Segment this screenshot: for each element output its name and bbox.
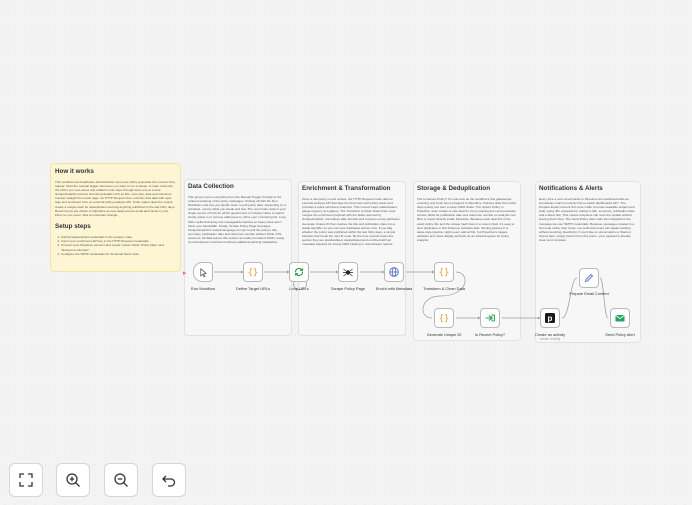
transform-clean-data-node[interactable]: {} <box>434 262 454 282</box>
loop-arrows-icon <box>294 268 304 276</box>
pipedrive-icon: p <box>545 313 555 323</box>
cursor-click-icon <box>199 267 207 277</box>
zoom-in-button[interactable] <box>56 463 90 497</box>
undo-icon <box>162 475 176 487</box>
send-policy-alert-label: Send Policy Alert <box>605 332 635 337</box>
pencil-icon <box>584 273 594 283</box>
fit-view-icon <box>19 473 33 487</box>
reset-zoom-button[interactable] <box>152 463 186 497</box>
connection-line <box>561 277 578 319</box>
connections-layer <box>214 270 609 320</box>
send-policy-alert-node[interactable] <box>610 308 630 328</box>
mail-icon <box>615 315 625 322</box>
define-target-urls-node[interactable]: {} <box>243 262 263 282</box>
svg-text:p: p <box>548 314 553 323</box>
zoom-out-icon <box>114 473 128 487</box>
zoom-in-icon <box>66 473 80 487</box>
fit-view-button[interactable] <box>9 463 43 497</box>
code-braces-icon: {} <box>248 268 259 278</box>
run-workflow-node[interactable] <box>193 262 213 282</box>
globe-icon <box>389 267 399 277</box>
svg-text:{}: {} <box>248 268 259 278</box>
code-braces-icon: {} <box>439 268 450 278</box>
transform-clean-data-label: Transform & Clean Data <box>423 286 465 291</box>
create-an-activity-node[interactable]: p <box>540 308 560 328</box>
svg-text:{}: {} <box>439 268 450 278</box>
code-braces-icon: {} <box>439 314 450 324</box>
loop-urls-node[interactable] <box>289 262 309 282</box>
zoom-out-button[interactable] <box>104 463 138 497</box>
enrich-with-metadata-node[interactable] <box>384 262 404 282</box>
prepare-email-content-node[interactable] <box>579 268 599 288</box>
create-an-activity-sublabel: create: activity <box>539 337 561 341</box>
connection-line <box>599 277 609 319</box>
trigger-indicator-icon: ▸ <box>183 270 187 277</box>
scrape-policy-page-node[interactable] <box>338 262 358 282</box>
is-recent-policy-node[interactable] <box>480 308 500 328</box>
spider-icon <box>343 268 353 277</box>
prepare-email-content-label: Prepare Email Content <box>569 291 609 296</box>
generate-unique-id-node[interactable]: {} <box>434 308 454 328</box>
split-arrow-icon <box>485 314 495 322</box>
svg-text:{}: {} <box>439 314 450 324</box>
